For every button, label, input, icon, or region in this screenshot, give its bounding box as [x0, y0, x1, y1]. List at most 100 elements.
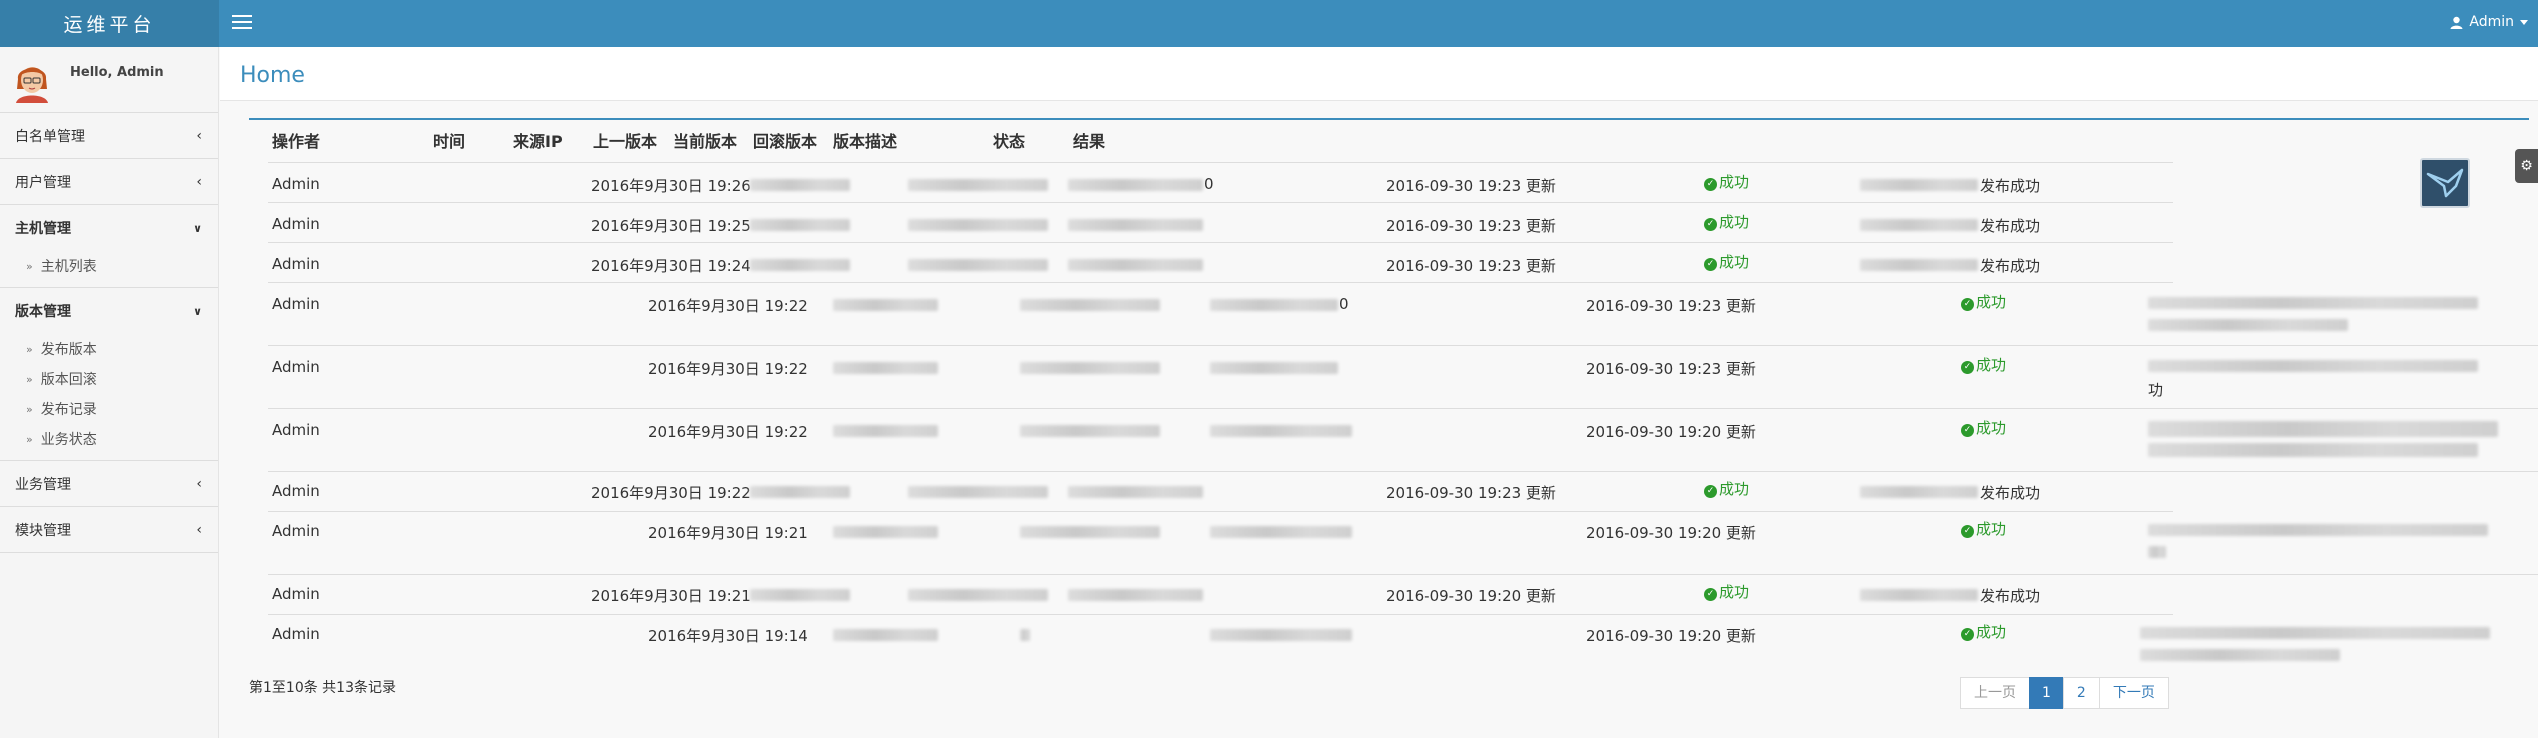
operator-cell: Admin	[272, 215, 320, 233]
operator-cell: Admin	[272, 585, 320, 603]
redacted-value	[2140, 627, 2490, 639]
redacted-value	[750, 589, 850, 601]
chevron-left-icon: ‹	[196, 127, 202, 144]
column-header-source-ip[interactable]: 来源IP	[513, 130, 563, 154]
column-header-version-description[interactable]: 版本描述	[833, 130, 897, 154]
status-cell: ✓ 成功	[1704, 581, 1749, 602]
redacted-value	[1210, 526, 1352, 538]
table-row: Admin 2016年9月30日 19:21 2016-09-30 19:20 …	[268, 575, 2173, 615]
chevron-left-icon: ‹	[196, 521, 202, 538]
menu-modules[interactable]: 模块管理 ‹	[0, 507, 218, 553]
time-cell: 2016年9月30日 19:21	[591, 587, 751, 605]
operator-cell: Admin	[272, 482, 320, 500]
redacted-value	[2148, 421, 2498, 437]
double-chevron-icon: »	[26, 402, 33, 416]
column-header-operator[interactable]: 操作者	[272, 130, 320, 154]
redacted-value	[750, 259, 850, 271]
status-cell: ✓ 成功	[1961, 518, 2006, 539]
top-navbar: 运维平台 Admin	[0, 0, 2538, 47]
chevron-down-icon: ∨	[193, 304, 202, 318]
submenu-item-rollback[interactable]: » 版本回滚	[0, 364, 218, 394]
redacted-value	[1068, 486, 1203, 498]
submenu-hosts: » 主机列表	[0, 251, 218, 288]
table-row: Admin 2016年9月30日 19:25 2016-09-30 19:23 …	[268, 203, 2173, 243]
submenu-label: 发布记录	[40, 402, 97, 418]
app-brand[interactable]: 运维平台	[0, 0, 219, 47]
double-chevron-icon: »	[26, 259, 33, 273]
redacted-value	[750, 219, 850, 231]
redacted-value	[1210, 299, 1338, 311]
column-header-time[interactable]: 时间	[433, 130, 465, 154]
time-cell: 2016年9月30日 19:22	[591, 484, 751, 502]
table-header: 操作者 时间 来源IP 上一版本 当前版本 回滚版本 版本描述 状态 结果	[268, 130, 2173, 163]
submenu-item-publish[interactable]: » 发布版本	[0, 334, 218, 364]
menu-business[interactable]: 业务管理 ‹	[0, 461, 218, 507]
status-text: 成功	[1719, 253, 1750, 271]
prev-page-button[interactable]: 上一页	[1960, 677, 2030, 709]
redacted-value	[1210, 629, 1352, 641]
submenu-item-publish-records[interactable]: » 发布记录	[0, 394, 218, 424]
redacted-value	[2148, 360, 2478, 372]
submenu-label: 主机列表	[40, 259, 97, 275]
redacted-value	[1068, 179, 1203, 191]
menu-hosts[interactable]: 主机管理 ∨	[0, 205, 218, 251]
redacted-value	[1068, 589, 1203, 601]
pagination: 上一页 1 2 下一页	[1960, 677, 2169, 709]
redacted-tail: 0	[1339, 295, 1349, 313]
status-text: 成功	[1976, 356, 2007, 374]
column-header-result[interactable]: 结果	[1073, 130, 1105, 154]
check-circle-icon: ✓	[1961, 628, 1974, 641]
column-header-status[interactable]: 状态	[993, 130, 1025, 154]
table-row: Admin 2016年9月30日 19:21 2016-09-30 19:20 …	[268, 512, 2538, 575]
table-row: Admin 2016年9月30日 19:22 2016-09-30 19:20 …	[268, 409, 2538, 472]
status-text: 成功	[1976, 419, 2007, 437]
submenu-label: 版本回滚	[40, 372, 97, 388]
page-header: Home	[220, 47, 2538, 101]
status-text: 成功	[1976, 623, 2007, 641]
time-cell: 2016年9月30日 19:22	[648, 297, 808, 315]
gear-icon[interactable]: ⚙	[2515, 149, 2538, 183]
redacted-value	[908, 486, 1048, 498]
check-circle-icon: ✓	[1704, 258, 1717, 271]
description-cell: 2016-09-30 19:23 更新	[1586, 360, 1756, 378]
operator-cell: Admin	[272, 522, 320, 540]
page-title: Home	[240, 63, 305, 88]
operator-cell: Admin	[272, 255, 320, 273]
menu-users[interactable]: 用户管理 ‹	[0, 159, 218, 205]
redacted-value	[833, 526, 938, 538]
sidebar-toggle-icon[interactable]	[232, 15, 252, 31]
column-header-previous-version[interactable]: 上一版本	[593, 130, 657, 154]
redacted-value	[1210, 425, 1352, 437]
chevron-left-icon: ‹	[196, 173, 202, 190]
description-cell: 2016-09-30 19:20 更新	[1586, 423, 1756, 441]
status-text: 成功	[1719, 583, 1750, 601]
description-cell: 2016-09-30 19:23 更新	[1386, 217, 1556, 235]
menu-whitelist[interactable]: 白名单管理 ‹	[0, 113, 218, 159]
bird-logo-icon[interactable]	[2420, 158, 2470, 208]
column-header-current-version[interactable]: 当前版本	[673, 130, 737, 154]
redacted-value	[2148, 319, 2348, 331]
table-row: Admin 2016年9月30日 19:14 2016-09-30 19:20 …	[268, 615, 2538, 671]
table-row: Admin 2016年9月30日 19:24 2016-09-30 19:23 …	[268, 243, 2173, 283]
time-cell: 2016年9月30日 19:21	[648, 524, 808, 542]
menu-label: 业务管理	[15, 476, 71, 493]
redacted-value	[2148, 546, 2166, 558]
page-button-1[interactable]: 1	[2029, 677, 2064, 709]
double-chevron-icon: »	[26, 432, 33, 446]
menu-label: 主机管理	[15, 221, 71, 237]
menu-versions[interactable]: 版本管理 ∨	[0, 288, 218, 334]
page-button-2[interactable]: 2	[2062, 677, 2100, 709]
next-page-button[interactable]: 下一页	[2098, 677, 2169, 709]
submenu-item-host-list[interactable]: » 主机列表	[0, 251, 218, 281]
column-header-rollback-version[interactable]: 回滚版本	[753, 130, 817, 154]
redacted-value	[1860, 179, 1978, 191]
description-cell: 2016-09-30 19:20 更新	[1386, 587, 1556, 605]
user-menu[interactable]: Admin	[2450, 14, 2528, 30]
menu-label: 用户管理	[15, 174, 71, 191]
redacted-value	[1068, 219, 1203, 231]
submenu-item-service-status[interactable]: » 业务状态	[0, 424, 218, 454]
redacted-value	[1068, 259, 1203, 271]
result-cell: 发布成功	[1980, 257, 2041, 275]
redacted-value	[750, 179, 850, 191]
redacted-value	[1210, 362, 1338, 374]
